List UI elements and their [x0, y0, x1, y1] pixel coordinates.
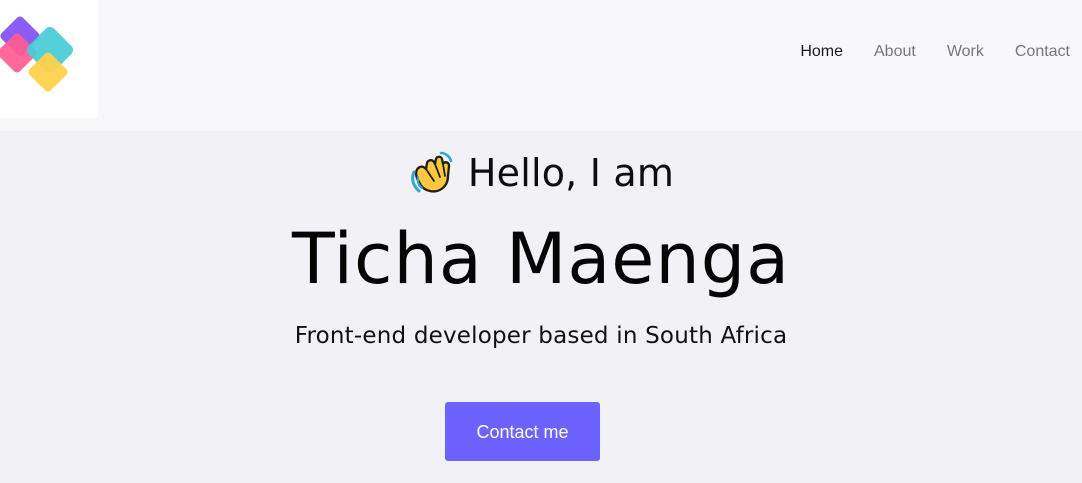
hero-name: Ticha Maenga	[291, 218, 791, 300]
diamond-logo-icon	[0, 16, 73, 92]
nav-about[interactable]: About	[874, 41, 916, 63]
nav-contact[interactable]: Contact	[1015, 41, 1070, 63]
logo[interactable]	[0, 0, 98, 118]
main-nav: Home About Work Contact	[800, 41, 1070, 63]
contact-me-button[interactable]: Contact me	[445, 402, 600, 461]
nav-home[interactable]: Home	[800, 41, 843, 63]
hero-section: Hello, I am Ticha Maenga Front-end devel…	[0, 131, 1082, 483]
site-header: Home About Work Contact	[0, 0, 1082, 131]
greeting-line: Hello, I am	[0, 149, 1082, 197]
nav-work[interactable]: Work	[947, 41, 984, 63]
hero-subtitle: Front-end developer based in South Afric…	[294, 323, 788, 349]
waving-hand-icon	[411, 151, 453, 193]
greeting-text: Hello, I am	[467, 151, 675, 195]
